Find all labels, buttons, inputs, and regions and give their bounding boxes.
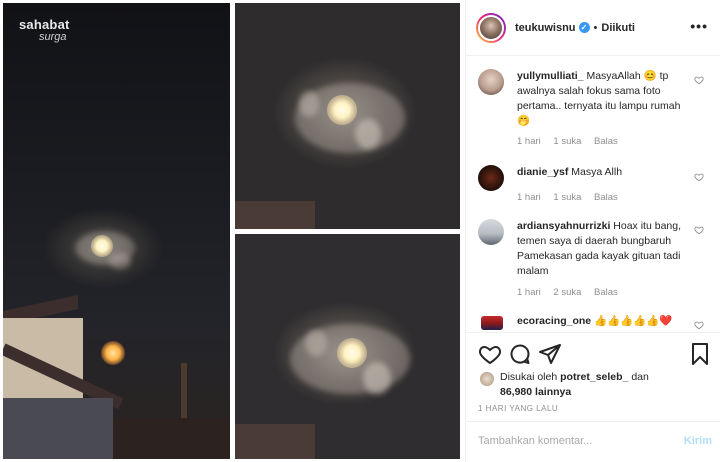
post-timestamp[interactable]: 1 HARI YANG LALU — [478, 404, 558, 413]
likes-summary: Disukai oleh potret_seleb_ dan 86,980 la… — [480, 370, 649, 400]
post-side-panel: teukuwisnu ✓ • Diikuti ••• yullymulliati… — [465, 0, 720, 462]
comment-item: dianie_ysf Masya Allh 1 hari 1 suka Bala… — [466, 165, 720, 215]
post-action-bar — [466, 332, 720, 365]
separator-dot: • — [593, 21, 598, 34]
like-comment-heart-icon[interactable] — [694, 225, 704, 235]
more-options-icon[interactable]: ••• — [690, 18, 708, 34]
commenter-username[interactable]: yullymulliati_ — [517, 70, 584, 82]
comment-bubble-icon[interactable] — [508, 342, 532, 366]
comment-list[interactable]: yullymulliati_ MasyaAllah 😊 tp awalnya s… — [466, 57, 720, 330]
likes-count-button[interactable]: 86,980 lainnya — [500, 386, 571, 398]
like-heart-icon[interactable] — [478, 342, 502, 366]
commenter-avatar[interactable] — [481, 316, 503, 330]
like-comment-heart-icon[interactable] — [694, 75, 704, 85]
author-avatar[interactable] — [476, 12, 506, 43]
photo-moon-clouds-top — [235, 3, 460, 229]
comment-text: ardiansyahnurrizki Hoax itu bang, temen … — [517, 220, 682, 277]
moon-glow — [91, 235, 113, 257]
comment-meta: 1 hari 2 suka Balas — [517, 287, 628, 298]
comment-time[interactable]: 1 hari — [517, 192, 541, 203]
like-comment-heart-icon[interactable] — [694, 172, 704, 182]
comment-text: ecoracing_one 👍👍👍👍👍❤️ — [517, 315, 673, 327]
add-comment-input[interactable] — [478, 435, 668, 447]
follow-status-button[interactable]: Diikuti — [601, 22, 635, 34]
commenter-username[interactable]: ardiansyahnurrizki — [517, 220, 610, 232]
comment-item: ardiansyahnurrizki Hoax itu bang, temen … — [466, 219, 720, 307]
liker-username[interactable]: potret_seleb_ — [560, 371, 628, 383]
post-comment-button[interactable]: Kirim — [684, 435, 712, 447]
watermark-sahabat-surga: sahabat surga — [19, 17, 70, 43]
post-header: teukuwisnu ✓ • Diikuti ••• — [466, 0, 720, 56]
comment-item: yullymulliati_ MasyaAllah 😊 tp awalnya s… — [466, 69, 720, 159]
save-bookmark-icon[interactable] — [688, 342, 712, 366]
add-comment-bar: Kirim — [466, 421, 720, 462]
comment-meta: 1 hari 1 suka Balas — [517, 192, 628, 203]
commenter-avatar[interactable] — [478, 69, 504, 95]
liker-avatar[interactable] — [480, 372, 494, 386]
commenter-username[interactable]: ecoracing_one — [517, 315, 591, 327]
comment-likes[interactable]: 1 suka — [553, 192, 581, 203]
reply-button[interactable]: Balas — [594, 287, 618, 298]
comment-time[interactable]: 1 hari — [517, 287, 541, 298]
comment-time[interactable]: 1 hari — [517, 136, 541, 147]
reply-button[interactable]: Balas — [594, 136, 618, 147]
post-photo-collage: sahabat surga — [0, 0, 464, 462]
like-comment-heart-icon[interactable] — [694, 320, 704, 330]
commenter-avatar[interactable] — [478, 219, 504, 245]
reply-button[interactable]: Balas — [594, 192, 618, 203]
comment-meta: 1 hari 1 suka Balas — [517, 136, 628, 147]
photo-moon-clouds-bottom — [235, 234, 460, 459]
verified-badge-icon: ✓ — [578, 22, 590, 33]
commenter-username[interactable]: dianie_ysf — [517, 166, 568, 178]
comment-text: yullymulliati_ MasyaAllah 😊 tp awalnya s… — [517, 70, 681, 127]
share-send-icon[interactable] — [538, 342, 562, 366]
comment-text: dianie_ysf Masya Allh — [517, 166, 623, 178]
commenter-avatar[interactable] — [478, 165, 504, 191]
comment-likes[interactable]: 2 suka — [553, 287, 581, 298]
photo-moon-night-street: sahabat surga — [3, 3, 230, 459]
comment-item: ecoracing_one 👍👍👍👍👍❤️ — [466, 314, 720, 330]
author-username[interactable]: teukuwisnu — [515, 22, 576, 34]
comment-likes[interactable]: 1 suka — [553, 136, 581, 147]
